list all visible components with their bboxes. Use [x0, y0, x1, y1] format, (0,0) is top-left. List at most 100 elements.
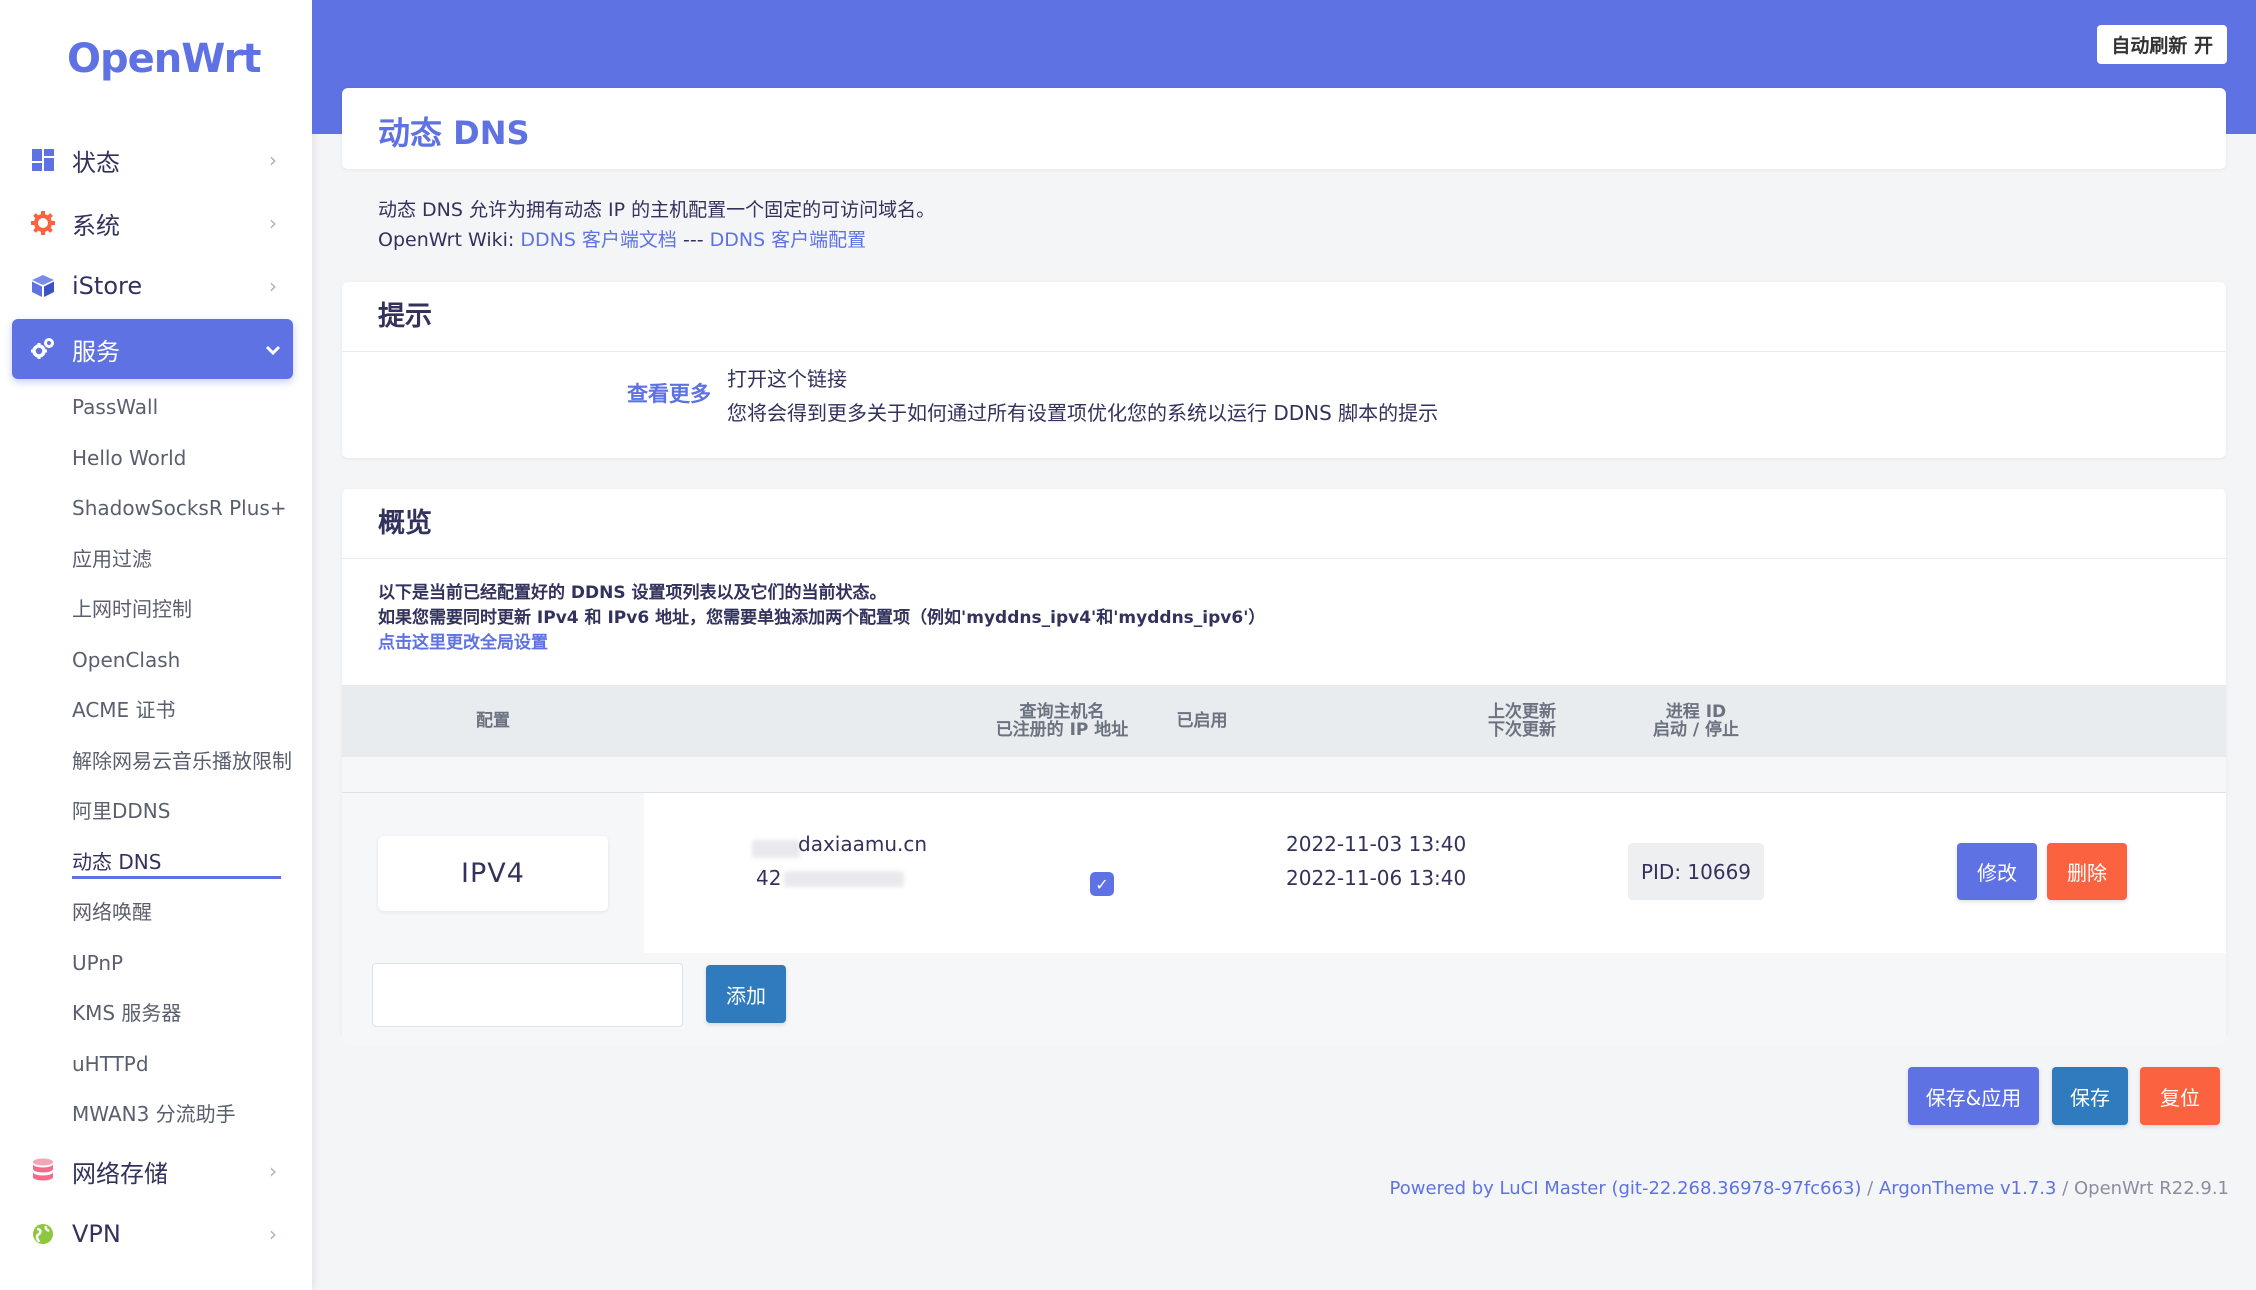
- enabled-checkbox[interactable]: ✓: [1090, 872, 1114, 896]
- description-line: 动态 DNS 允许为拥有动态 IP 的主机配置一个固定的可访问域名。: [378, 199, 936, 221]
- overview-heading: 概览: [342, 489, 2226, 559]
- ddns-client-config-link[interactable]: DDNS 客户端配置: [710, 229, 867, 251]
- sidebar-menu: 状态 › 系统 › iStore › 服务 PassWall Hello Wor…: [12, 130, 293, 1140]
- footer-separator: /: [1861, 1178, 1879, 1199]
- sidebar-subitem[interactable]: 上网时间控制: [72, 584, 293, 635]
- add-button[interactable]: 添加: [706, 965, 786, 1023]
- ddns-client-docs-link[interactable]: DDNS 客户端文档: [520, 229, 677, 251]
- column-header-label: 配置: [476, 711, 510, 731]
- sidebar-item-network-storage[interactable]: 网络存储 ›: [12, 1141, 293, 1201]
- database-icon: [30, 1158, 56, 1184]
- sidebar-subitem[interactable]: MWAN3 分流助手: [72, 1089, 293, 1140]
- overview-card: 概览 以下是当前已经配置好的 DDNS 设置项列表以及它们的当前状态。 如果您需…: [342, 489, 2226, 1045]
- globe-icon: [30, 1221, 56, 1247]
- process-id-button[interactable]: PID: 10669: [1628, 843, 1764, 900]
- sidebar-subitem[interactable]: OpenClash: [72, 635, 293, 686]
- config-name-badge: IPV4: [378, 836, 608, 911]
- footer: Powered by LuCI Master (git-22.268.36978…: [1390, 1178, 2230, 1199]
- show-more-link[interactable]: 查看更多: [627, 378, 711, 408]
- sidebar-subitem[interactable]: KMS 服务器: [72, 988, 293, 1039]
- overview-desc-line: 如果您需要同时更新 IPv4 和 IPv6 地址，您需要单独添加两个配置项（例如…: [378, 608, 1266, 628]
- page-title: 动态 DNS: [378, 114, 530, 152]
- gear-icon: [30, 210, 56, 236]
- sidebar-subitem[interactable]: 解除网易云音乐播放限制: [72, 736, 293, 787]
- overview-description: 以下是当前已经配置好的 DDNS 设置项列表以及它们的当前状态。 如果您需要同时…: [378, 581, 1265, 656]
- sidebar-item-label: 服务: [72, 337, 120, 366]
- sidebar-subitem-label: 动态 DNS: [72, 848, 281, 879]
- column-header-pid: 进程 ID 启动 / 停止: [1526, 685, 1866, 757]
- sidebar-item-label: iStore: [72, 272, 143, 300]
- last-update-time: 2022-11-03 13:40: [1286, 832, 1467, 856]
- wiki-line: OpenWrt Wiki: DDNS 客户端文档 --- DDNS 客户端配置: [378, 225, 935, 255]
- sidebar-subitem[interactable]: 应用过滤: [72, 534, 293, 585]
- sidebar-item-label: VPN: [72, 1220, 121, 1248]
- openwrt-version: OpenWrt R22.9.1: [2073, 1178, 2229, 1199]
- tips-text: 打开这个链接 您将会得到更多关于如何通过所有设置项优化您的系统以运行 DDNS …: [727, 362, 1438, 430]
- tips-line: 打开这个链接: [727, 367, 847, 391]
- table-header: 配置 查询主机名 已注册的 IP 地址 已启用 上次更新 下次更新 进程 ID …: [342, 685, 2226, 757]
- sidebar-item-label: 系统: [72, 211, 120, 240]
- sidebar-item-status[interactable]: 状态 ›: [12, 130, 293, 190]
- sidebar-item-system[interactable]: 系统 ›: [12, 193, 293, 253]
- column-header-config: 配置: [342, 685, 644, 757]
- sidebar-subitem[interactable]: uHTTPd: [72, 1039, 293, 1090]
- page-title-card: 动态 DNS: [342, 88, 2226, 169]
- tips-line: 您将会得到更多关于如何通过所有设置项优化您的系统以运行 DDNS 脚本的提示: [727, 401, 1439, 425]
- chevron-right-icon: ›: [269, 148, 277, 172]
- sidebar-item-label: 状态: [72, 148, 120, 177]
- sidebar-subitem[interactable]: UPnP: [72, 938, 293, 989]
- chevron-down-icon: [253, 337, 293, 361]
- column-header-label: 进程 ID: [1665, 702, 1727, 722]
- sidebar-item-services[interactable]: 服务: [12, 319, 293, 379]
- argon-theme-link[interactable]: ArgonTheme v1.7.3: [1879, 1178, 2057, 1199]
- cube-icon: [30, 273, 56, 299]
- save-apply-button[interactable]: 保存&应用: [1908, 1067, 2039, 1125]
- chevron-right-icon: ›: [269, 1222, 277, 1246]
- sidebar-menu-bottom: 网络存储 › VPN ›: [12, 1141, 293, 1267]
- table-spacer: [342, 757, 2226, 793]
- sidebar-subitem[interactable]: ACME 证书: [72, 685, 293, 736]
- chevron-right-icon: ›: [269, 211, 277, 235]
- new-config-name-input[interactable]: [372, 963, 683, 1027]
- sidebar: OpenWrt 状态 › 系统 › iStore › 服务 PassWall H…: [0, 0, 312, 1290]
- edit-button[interactable]: 修改: [1957, 843, 2037, 900]
- services-gears-icon: [30, 336, 56, 362]
- redacted-mask: [784, 871, 904, 887]
- sidebar-subitem[interactable]: Hello World: [72, 433, 293, 484]
- dashboard-icon: [30, 147, 56, 173]
- sidebar-subitem[interactable]: ShadowSocksR Plus+: [72, 483, 293, 534]
- sidebar-subitem[interactable]: 阿里DDNS: [72, 786, 293, 837]
- column-header-label: 启动 / 停止: [1652, 720, 1740, 740]
- chevron-right-icon: ›: [269, 274, 277, 298]
- sidebar-subitem[interactable]: 网络唤醒: [72, 887, 293, 938]
- lookup-hostname: daxiaamu.cn: [798, 832, 928, 856]
- sidebar-item-vpn[interactable]: VPN ›: [12, 1204, 293, 1264]
- tips-heading: 提示: [342, 282, 2226, 352]
- global-settings-link[interactable]: 点击这里更改全局设置: [378, 633, 548, 653]
- save-button[interactable]: 保存: [2052, 1067, 2128, 1125]
- reset-button[interactable]: 复位: [2140, 1067, 2220, 1125]
- overview-desc-line: 以下是当前已经配置好的 DDNS 设置项列表以及它们的当前状态。: [378, 583, 887, 603]
- tips-card: 提示 查看更多 打开这个链接 您将会得到更多关于如何通过所有设置项优化您的系统以…: [342, 282, 2226, 458]
- config-cell: IPV4: [342, 793, 644, 953]
- wiki-prefix: OpenWrt Wiki:: [378, 229, 521, 251]
- footer-separator: /: [2056, 1178, 2074, 1199]
- page-description: 动态 DNS 允许为拥有动态 IP 的主机配置一个固定的可访问域名。 OpenW…: [378, 195, 935, 255]
- registered-ip: 42: [756, 866, 782, 890]
- next-update-time: 2022-11-06 13:40: [1286, 866, 1467, 890]
- brand-logo[interactable]: OpenWrt: [67, 36, 262, 82]
- delete-button[interactable]: 删除: [2047, 843, 2127, 900]
- redacted-mask: [752, 840, 800, 858]
- sidebar-item-label: 网络存储: [72, 1159, 168, 1188]
- sidebar-subitem[interactable]: PassWall: [72, 382, 293, 433]
- luci-link[interactable]: Powered by LuCI Master (git-22.268.36978…: [1390, 1178, 1862, 1199]
- column-header-enabled: 已启用: [1032, 685, 1372, 757]
- auto-refresh-toggle[interactable]: 自动刷新 开: [2097, 25, 2227, 64]
- sidebar-item-istore[interactable]: iStore ›: [12, 256, 293, 316]
- wiki-separator: ---: [676, 229, 710, 251]
- column-header-label: 已启用: [1176, 711, 1228, 731]
- sidebar-subitem-dynamic-dns[interactable]: 动态 DNS: [72, 837, 293, 888]
- services-submenu: PassWall Hello World ShadowSocksR Plus+ …: [12, 382, 293, 1140]
- add-row: 添加: [342, 953, 2226, 1045]
- chevron-right-icon: ›: [269, 1159, 277, 1183]
